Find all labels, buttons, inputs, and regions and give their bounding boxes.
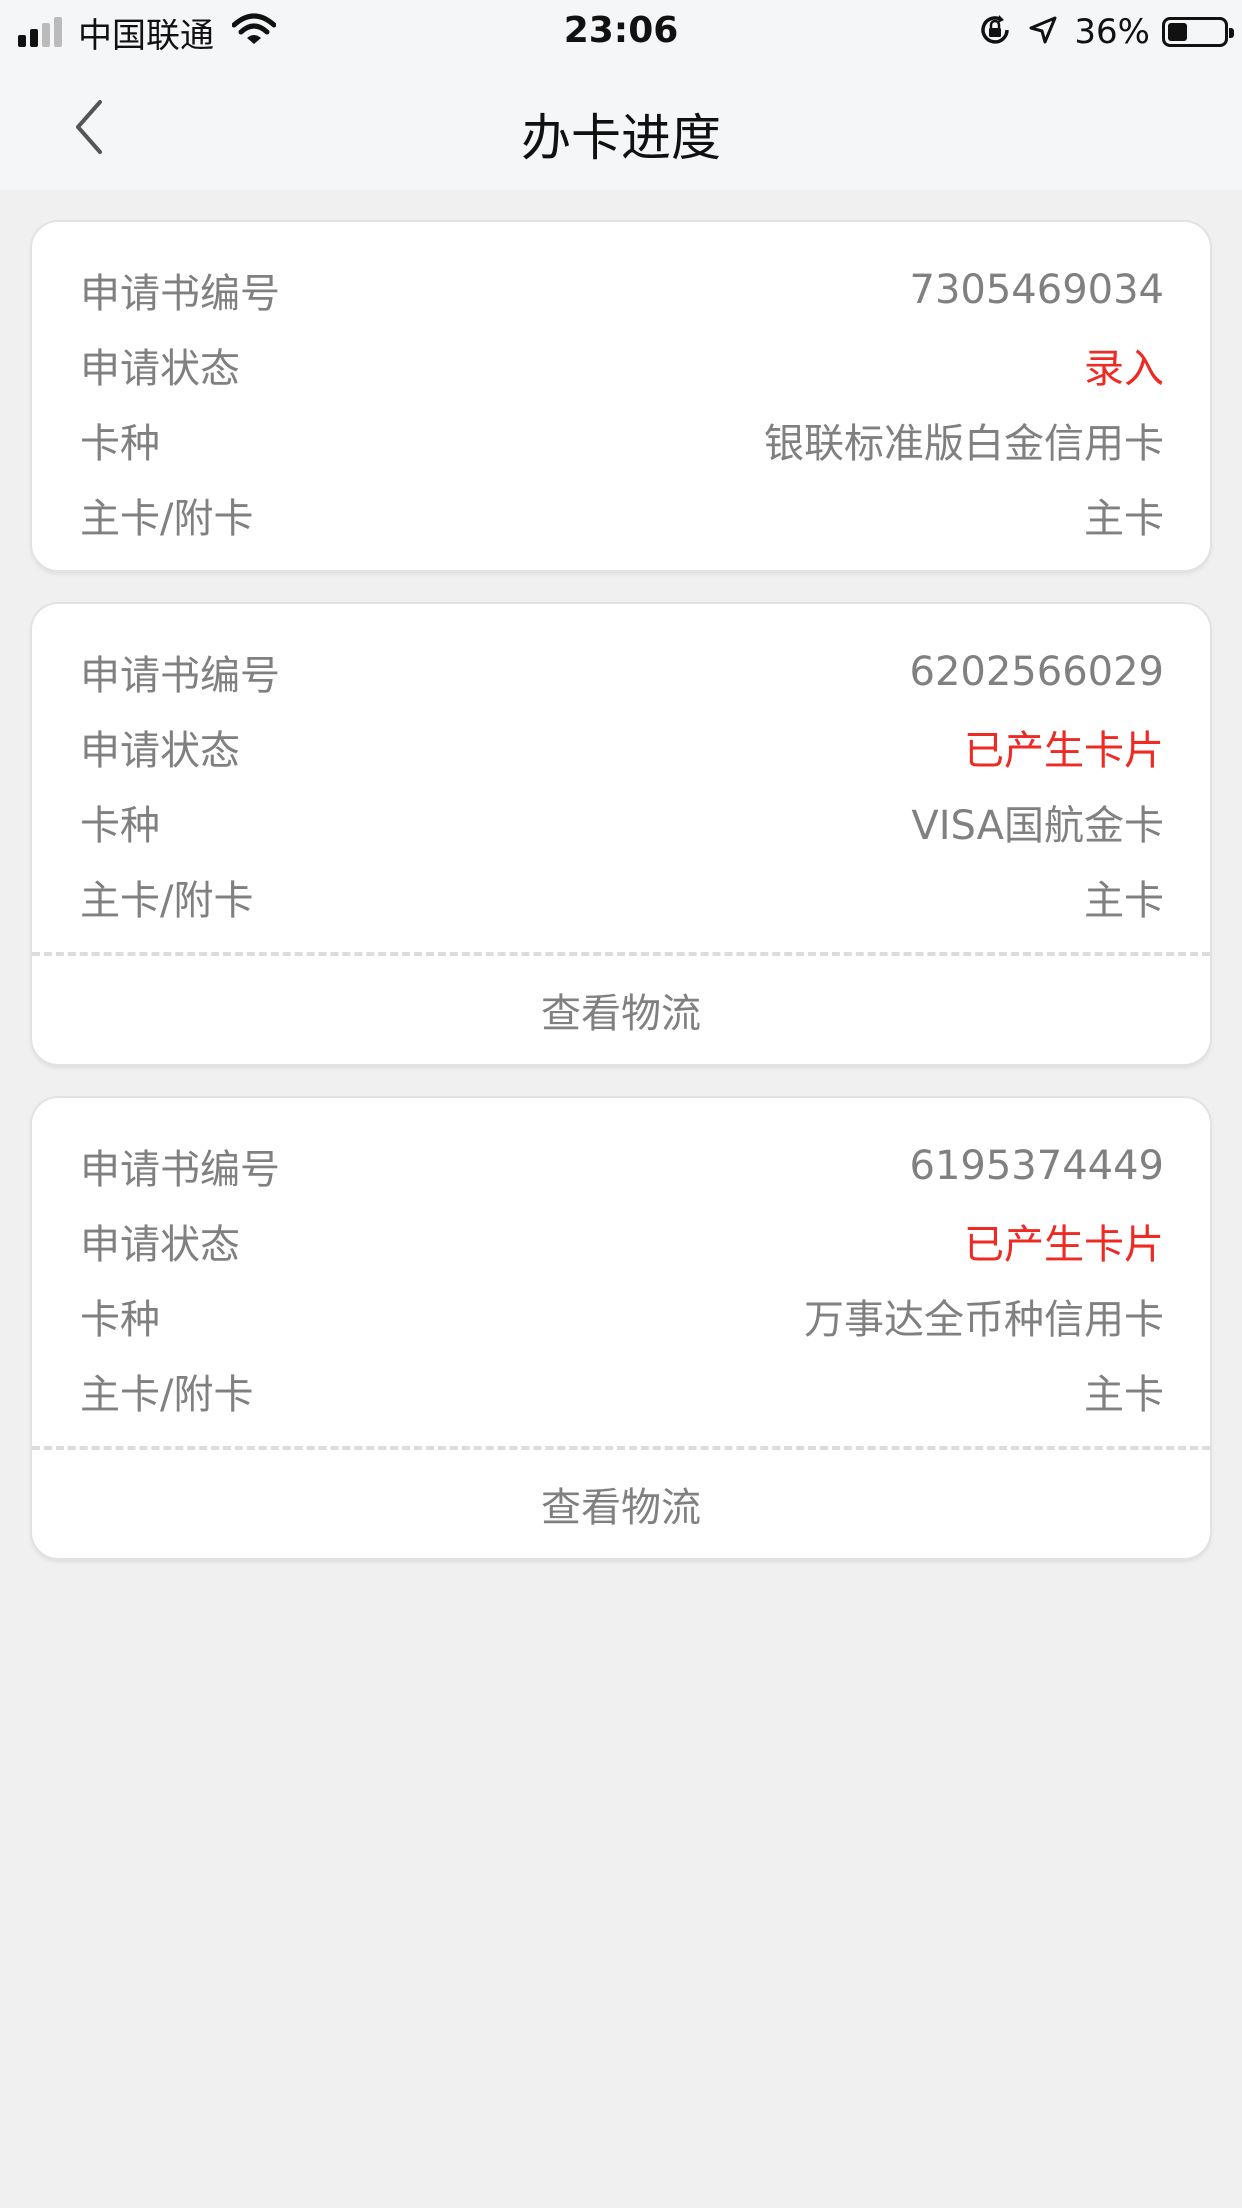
card-type-label: 卡种 — [80, 420, 160, 467]
view-logistics-button[interactable]: 查看物流 — [32, 1450, 1210, 1558]
application-card: 申请书编号 7305469034 申请状态 录入 卡种 银联标准版白金信用卡 主… — [32, 222, 1210, 570]
battery-percent: 36% — [1074, 12, 1150, 52]
main-sub-value: 主卡 — [1084, 877, 1164, 924]
app-number-value: 6195374449 — [909, 1142, 1165, 1189]
app-number-row: 申请书编号 6195374449 — [80, 1128, 1164, 1203]
status-row: 申请状态 已产生卡片 — [80, 709, 1164, 784]
status-value: 已产生卡片 — [964, 727, 1164, 774]
main-sub-value: 主卡 — [1084, 495, 1164, 542]
status-row: 申请状态 已产生卡片 — [80, 1203, 1164, 1278]
app-number-row: 申请书编号 6202566029 — [80, 634, 1164, 709]
card-type-value: VISA国航金卡 — [911, 802, 1164, 849]
app-number-label: 申请书编号 — [80, 652, 280, 699]
status-bar-right: 36% — [978, 12, 1234, 52]
app-number-label: 申请书编号 — [80, 1146, 280, 1193]
application-list: 申请书编号 7305469034 申请状态 录入 卡种 银联标准版白金信用卡 主… — [32, 222, 1210, 1592]
view-logistics-button[interactable]: 查看物流 — [32, 956, 1210, 1064]
nav-bar: 办卡进度 — [0, 62, 1242, 190]
status-value: 录入 — [1084, 345, 1164, 392]
app-number-row: 申请书编号 7305469034 — [80, 252, 1164, 327]
application-card: 申请书编号 6195374449 申请状态 已产生卡片 卡种 万事达全币种信用卡… — [32, 1098, 1210, 1558]
main-sub-label: 主卡/附卡 — [80, 877, 254, 924]
card-type-value: 银联标准版白金信用卡 — [764, 420, 1164, 467]
card-info: 申请书编号 6195374449 申请状态 已产生卡片 卡种 万事达全币种信用卡… — [32, 1098, 1210, 1446]
main-sub-row: 主卡/附卡 主卡 — [80, 859, 1164, 934]
main-sub-value: 主卡 — [1084, 1371, 1164, 1418]
application-card: 申请书编号 6202566029 申请状态 已产生卡片 卡种 VISA国航金卡 … — [32, 604, 1210, 1064]
card-type-row: 卡种 银联标准版白金信用卡 — [80, 402, 1164, 477]
status-label: 申请状态 — [80, 727, 240, 774]
status-label: 申请状态 — [80, 1221, 240, 1268]
app-number-label: 申请书编号 — [80, 270, 280, 317]
status-bar: 中国联通 23:06 36% — [0, 0, 1242, 62]
card-info: 申请书编号 7305469034 申请状态 录入 卡种 银联标准版白金信用卡 主… — [32, 222, 1210, 570]
card-type-label: 卡种 — [80, 1296, 160, 1343]
main-sub-row: 主卡/附卡 主卡 — [80, 1353, 1164, 1428]
status-value: 已产生卡片 — [964, 1221, 1164, 1268]
main-sub-label: 主卡/附卡 — [80, 495, 254, 542]
status-row: 申请状态 录入 — [80, 327, 1164, 402]
page-title: 办卡进度 — [521, 109, 721, 167]
app-number-value: 6202566029 — [909, 648, 1165, 695]
orientation-lock-icon — [978, 13, 1012, 51]
location-arrow-icon — [1028, 15, 1058, 49]
app-number-value: 7305469034 — [909, 266, 1165, 313]
main-sub-row: 主卡/附卡 主卡 — [80, 477, 1164, 552]
card-type-value: 万事达全币种信用卡 — [804, 1296, 1164, 1343]
card-type-row: 卡种 万事达全币种信用卡 — [80, 1278, 1164, 1353]
battery-level — [1168, 23, 1187, 41]
card-info: 申请书编号 6202566029 申请状态 已产生卡片 卡种 VISA国航金卡 … — [32, 604, 1210, 952]
status-label: 申请状态 — [80, 345, 240, 392]
card-type-label: 卡种 — [80, 802, 160, 849]
card-type-row: 卡种 VISA国航金卡 — [80, 784, 1164, 859]
main-sub-label: 主卡/附卡 — [80, 1371, 254, 1418]
battery-icon — [1162, 17, 1234, 47]
